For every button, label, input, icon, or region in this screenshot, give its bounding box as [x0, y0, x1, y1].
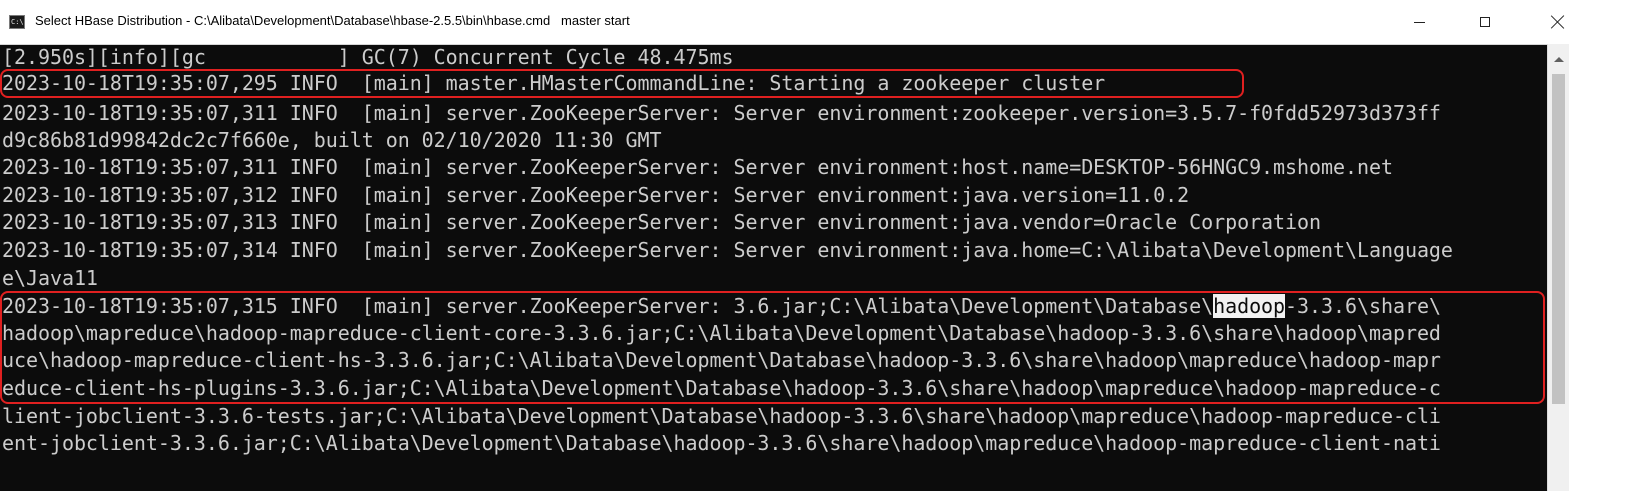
console-line: 2023-10-18T19:35:07,295 INFO [main] mast…: [2, 71, 1106, 95]
close-icon: [1551, 15, 1565, 29]
console-window: C:\ Select HBase Distribution - C:\Aliba…: [0, 0, 1650, 491]
selected-text[interactable]: hadoop: [1213, 294, 1285, 318]
console-line: lient-jobclient-3.3.6-tests.jar;C:\Aliba…: [2, 404, 1441, 428]
chevron-up-icon: [1553, 56, 1564, 62]
console-line: hadoop\mapreduce\hadoop-mapreduce-client…: [2, 321, 1441, 345]
title-bar[interactable]: C:\ Select HBase Distribution - C:\Aliba…: [0, 0, 1650, 45]
console-line: e\Java11: [2, 266, 98, 290]
console-line: 2023-10-18T19:35:07,315 INFO [main] serv…: [2, 293, 1441, 319]
console-line: educe-client-hs-plugins-3.3.6.jar;C:\Ali…: [2, 376, 1441, 400]
console-output[interactable]: [2.950s][info][gc ] GC(7) Concurrent Cyc…: [0, 44, 1545, 491]
console-icon: C:\: [9, 15, 25, 29]
minimize-icon: [1413, 21, 1425, 23]
console-line: 2023-10-18T19:35:07,311 INFO [main] serv…: [2, 101, 1441, 125]
minimize-button[interactable]: [1386, 0, 1452, 44]
console-line: [2.950s][info][gc ] GC(7) Concurrent Cyc…: [2, 45, 734, 69]
window-margin: [1569, 44, 1650, 491]
line-suffix: -3.3.6\share\: [1285, 294, 1441, 318]
console-line: d9c86b81d99842dc2c7f660e, built on 02/10…: [2, 128, 662, 152]
scroll-up-button[interactable]: [1548, 50, 1569, 68]
window-title: Select HBase Distribution - C:\Alibata\D…: [35, 13, 630, 28]
line-prefix: 2023-10-18T19:35:07,315 INFO [main] serv…: [2, 294, 1214, 318]
close-button[interactable]: [1518, 0, 1598, 44]
vertical-scrollbar[interactable]: [1547, 44, 1569, 491]
console-line: uce\hadoop-mapreduce-client-hs-3.3.6.jar…: [2, 348, 1441, 372]
scroll-thumb[interactable]: [1552, 74, 1565, 404]
console-line: 2023-10-18T19:35:07,313 INFO [main] serv…: [2, 210, 1322, 234]
console-line: 2023-10-18T19:35:07,314 INFO [main] serv…: [2, 238, 1453, 262]
maximize-icon: [1480, 17, 1490, 27]
console-line: 2023-10-18T19:35:07,312 INFO [main] serv…: [2, 183, 1190, 207]
console-line: 2023-10-18T19:35:07,311 INFO [main] serv…: [2, 155, 1393, 179]
console-line: ent-jobclient-3.3.6.jar;C:\Alibata\Devel…: [2, 431, 1441, 455]
maximize-button[interactable]: [1452, 0, 1518, 44]
